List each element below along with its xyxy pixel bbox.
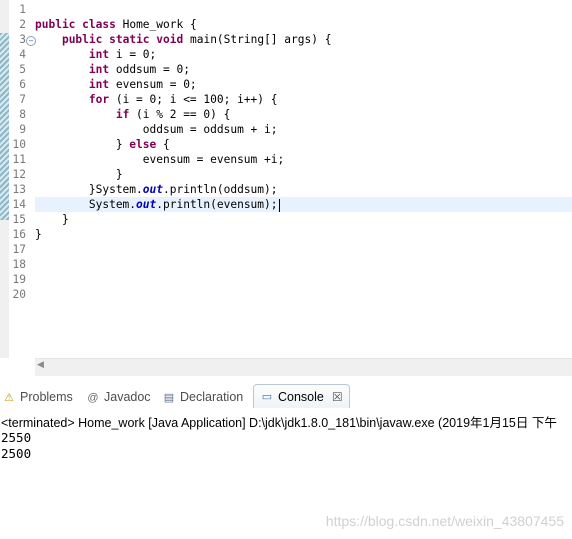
code-line: public class Home_work { xyxy=(35,17,197,32)
code-token: } xyxy=(35,138,130,151)
code-token: public xyxy=(61,33,103,46)
line-number: 13 xyxy=(12,183,26,196)
code-token: int xyxy=(88,48,110,61)
tab-problems-label: Problems xyxy=(20,390,73,404)
code-token: evensum = 0; xyxy=(109,78,197,91)
quick-diff-change-bar xyxy=(0,33,9,220)
close-icon[interactable]: ☒ xyxy=(332,387,343,408)
code-token: int xyxy=(88,78,110,91)
line-number: 18 xyxy=(12,258,26,271)
code-token: oddsum = oddsum + i; xyxy=(35,123,278,136)
code-token: } xyxy=(35,228,42,241)
scroll-left-arrow-icon[interactable]: ◀ xyxy=(37,360,44,370)
line-number: 9 xyxy=(19,123,26,136)
console-output-line: 2500 xyxy=(1,446,32,461)
javadoc-icon: @ xyxy=(87,391,99,404)
tab-problems[interactable]: ⚠ Problems xyxy=(2,387,73,408)
line-number: 17 xyxy=(12,243,26,256)
code-line: int i = 0; xyxy=(35,47,156,62)
code-line: } else { xyxy=(35,137,170,152)
code-line: for (i = 0; i <= 100; i++) { xyxy=(35,92,278,107)
code-editor[interactable]: 1 2 3 4 5 6 7 8 9 10 11 12 13 14 15 16 17 18 19 20 − public… xyxy=(0,0,572,378)
code-line: evensum = evensum +i; xyxy=(35,152,284,167)
code-token: main(String[] args) { xyxy=(183,33,332,46)
text-cursor xyxy=(278,198,280,212)
code-token: int xyxy=(88,63,110,76)
code-line: int evensum = 0; xyxy=(35,77,197,92)
line-number: 16 xyxy=(12,228,26,241)
code-token: }System. xyxy=(35,183,143,196)
code-line: } xyxy=(35,227,42,242)
line-number: 6 xyxy=(19,78,26,91)
code-line: public static void main(String[] args) { xyxy=(35,32,331,47)
code-line: } xyxy=(35,167,123,182)
console-output-line: 2550 xyxy=(1,430,32,445)
code-line: int oddsum = 0; xyxy=(35,62,190,77)
code-token: .println(oddsum); xyxy=(163,183,278,196)
code-token: System. xyxy=(35,198,137,211)
line-number: 7 xyxy=(19,93,26,106)
tab-declaration[interactable]: ▤ Declaration xyxy=(162,387,243,408)
code-token: for xyxy=(88,93,110,106)
console-status: <terminated> Home_work [Java Application… xyxy=(1,416,557,430)
tab-declaration-label: Declaration xyxy=(180,390,244,404)
code-token: .println(evensum); xyxy=(156,198,278,211)
code-token: class xyxy=(82,18,116,31)
tab-console-label: Console xyxy=(278,389,324,404)
code-token: else xyxy=(129,138,157,151)
code-area[interactable]: public class Home_work { public static v… xyxy=(35,0,572,358)
code-token: i = 0; xyxy=(109,48,157,61)
code-line: }System.out.println(oddsum); xyxy=(35,182,278,197)
code-line: } xyxy=(35,212,69,227)
line-number: 15 xyxy=(12,213,26,226)
code-line: System.out.println(evensum); xyxy=(35,197,280,212)
problems-icon: ⚠ xyxy=(4,391,14,404)
line-number: 8 xyxy=(19,108,26,121)
line-number: 1 xyxy=(19,3,26,16)
line-number: 20 xyxy=(12,288,26,301)
line-number: 2 xyxy=(19,18,26,31)
console-icon: ▭ xyxy=(261,391,273,403)
tab-javadoc[interactable]: @ Javadoc xyxy=(86,387,151,408)
line-number: 10 xyxy=(12,138,26,151)
declaration-icon: ▤ xyxy=(163,391,175,404)
code-token: evensum = evensum +i; xyxy=(35,153,285,166)
tab-console[interactable]: ▭ Console ☒ xyxy=(253,384,350,409)
code-token: } xyxy=(35,213,69,226)
code-line: if (i % 2 == 0) { xyxy=(35,107,231,122)
code-token: oddsum = 0; xyxy=(109,63,190,76)
line-number: 5 xyxy=(19,63,26,76)
line-number: 14 xyxy=(12,198,26,211)
code-line: oddsum = oddsum + i; xyxy=(35,122,278,137)
code-token: static xyxy=(109,33,150,46)
line-number: 3 xyxy=(19,33,26,46)
code-token: public xyxy=(35,18,76,31)
line-number: 19 xyxy=(12,273,26,286)
code-token: Home_work { xyxy=(115,18,197,31)
code-token: (i = 0; i <= 100; i++) { xyxy=(109,93,278,106)
tab-javadoc-label: Javadoc xyxy=(104,390,151,404)
code-token: if xyxy=(115,108,130,121)
line-number: 4 xyxy=(19,48,26,61)
watermark: https://blog.csdn.net/weixin_43807455 xyxy=(325,513,564,529)
horizontal-scrollbar[interactable]: ◀ xyxy=(35,358,572,376)
code-token: out xyxy=(142,183,163,196)
line-number: 12 xyxy=(12,168,26,181)
line-number: 11 xyxy=(12,153,26,166)
code-token: } xyxy=(35,168,123,181)
code-token: void xyxy=(156,33,184,46)
code-token: out xyxy=(136,198,157,211)
code-token: (i % 2 == 0) { xyxy=(129,108,231,121)
views-tab-bar: ⚠ Problems @ Javadoc ▤ Declaration ▭ Con… xyxy=(0,384,572,409)
code-token: { xyxy=(156,138,170,151)
